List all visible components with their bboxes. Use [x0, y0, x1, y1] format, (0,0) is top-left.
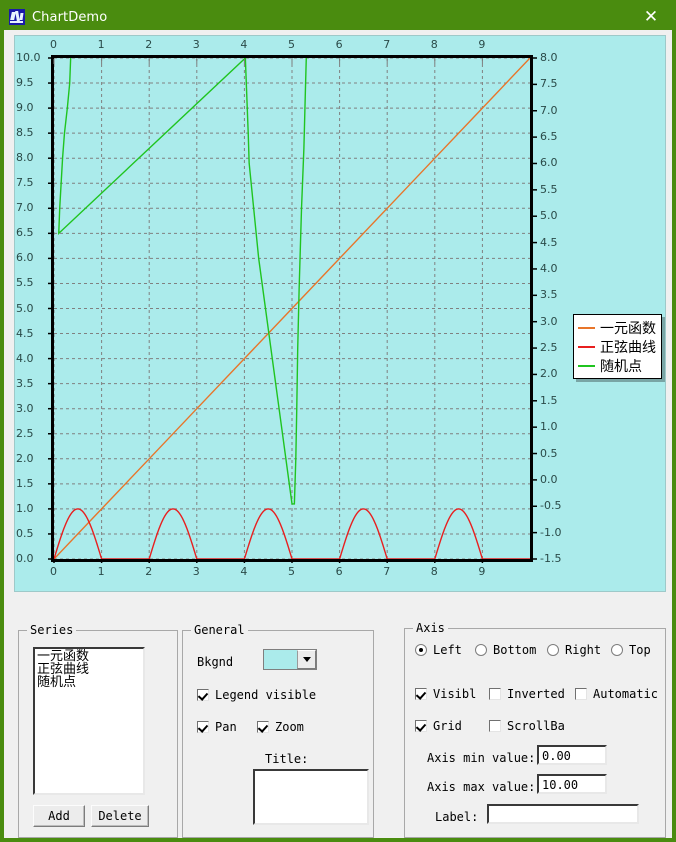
title-input[interactable] — [253, 769, 369, 825]
axis-tick-label: -1.5 — [540, 552, 562, 565]
bkgnd-label: Bkgnd — [197, 655, 234, 669]
series-group-title: Series — [27, 623, 77, 637]
list-item[interactable]: 随机点 — [37, 676, 141, 689]
axis-radio-bottom-label: Bottom — [493, 643, 537, 657]
pan-label: Pan — [215, 720, 237, 734]
axis-tick-label: 4.5 — [540, 235, 558, 249]
axis-visible-label: Visibl — [433, 687, 477, 701]
axis-tick-label: -0.5 — [540, 499, 562, 513]
legend-label: 正弦曲线 — [600, 339, 656, 356]
checkbox-box — [489, 720, 501, 732]
general-group: General Bkgnd Legend visible Pan Zoom Ti… — [182, 623, 374, 838]
axis-label-input[interactable] — [487, 804, 639, 824]
axis-radio-top[interactable]: Top — [611, 643, 651, 657]
axis-scrollbar-label: ScrollBa — [507, 719, 565, 733]
axis-radio-right-label: Right — [565, 643, 602, 657]
axis-tick-label: 2.0 — [540, 367, 558, 381]
add-series-button[interactable]: Add — [33, 805, 85, 827]
radio-circle — [415, 644, 427, 656]
general-group-title: General — [191, 623, 248, 637]
axis-tick-label: -1.0 — [540, 525, 562, 539]
axis-automatic-checkbox[interactable]: Automatic — [575, 687, 658, 701]
axis-tick-label: 8.0 — [540, 51, 558, 64]
legend-item: 正弦曲线 — [578, 337, 656, 356]
axis-group-title: Axis — [413, 621, 448, 635]
legend-label: 随机点 — [600, 358, 642, 375]
legend-color-icon — [578, 345, 595, 348]
checkbox-box — [575, 688, 587, 700]
axis-grid-checkbox[interactable]: Grid — [415, 719, 462, 733]
bkgnd-color-swatch[interactable] — [264, 650, 297, 669]
legend-color-icon — [578, 364, 595, 367]
close-icon[interactable]: ✕ — [638, 6, 664, 28]
axis-automatic-label: Automatic — [593, 687, 659, 701]
axis-min-input[interactable]: 0.00 — [537, 745, 607, 765]
checkbox-box — [489, 688, 501, 700]
axis-min-label: Axis min value: — [427, 751, 536, 765]
application-icon — [9, 9, 25, 25]
axis-inverted-checkbox[interactable]: Inverted — [489, 687, 565, 701]
axis-radio-left-label: Left — [433, 643, 462, 657]
axis-tick-label: 3.0 — [540, 314, 558, 328]
axis-grid-label: Grid — [433, 719, 462, 733]
delete-series-button[interactable]: Delete — [91, 805, 149, 827]
axis-tick-label: 7.0 — [540, 103, 558, 117]
radio-circle — [611, 644, 623, 656]
axis-tick-label: 1.0 — [540, 420, 558, 434]
axis-visible-checkbox[interactable]: Visibl — [415, 687, 476, 701]
window-title: ChartDemo — [32, 9, 108, 25]
legend-visible-label: Legend visible — [215, 688, 317, 702]
legend-item: 一元函数 — [578, 318, 656, 337]
series-group: Series 一元函数 正弦曲线 随机点 Add Delete — [18, 623, 178, 838]
bkgnd-color-combo[interactable] — [263, 649, 317, 670]
checkbox-box — [197, 721, 209, 733]
zoom-label: Zoom — [275, 720, 304, 734]
axis-right-tick-labels: 8.0 7.5 7.0 6.5 6.0 5.5 5.0 4.5 4.0 3.5 3.0 2.5 2.0 1… — [15, 36, 665, 591]
axis-tick-label: 1.5 — [540, 393, 558, 407]
pan-checkbox[interactable]: Pan — [197, 720, 237, 734]
chevron-down-icon[interactable] — [297, 650, 316, 669]
legend-item: 随机点 — [578, 356, 656, 375]
axis-scrollbar-checkbox[interactable]: ScrollBa — [489, 719, 565, 733]
series-listbox[interactable]: 一元函数 正弦曲线 随机点 — [33, 647, 145, 795]
title-bar: ChartDemo ✕ — [4, 4, 672, 30]
axis-tick-label: 7.5 — [540, 77, 558, 91]
chart-legend[interactable]: 一元函数正弦曲线随机点 — [573, 314, 662, 379]
axis-tick-label: 3.5 — [540, 288, 558, 302]
legend-label: 一元函数 — [600, 320, 656, 337]
axis-tick-label: 6.5 — [540, 130, 558, 144]
axis-tick-label: 2.5 — [540, 341, 558, 355]
legend-visible-checkbox[interactable]: Legend visible — [197, 688, 316, 702]
axis-tick-label: 5.0 — [540, 209, 558, 223]
radio-circle — [475, 644, 487, 656]
title-field-label: Title: — [265, 752, 309, 766]
axis-max-input[interactable]: 10.00 — [537, 774, 607, 794]
axis-radio-left[interactable]: Left — [415, 643, 462, 657]
chart-canvas[interactable]: 0123456789 0123456789 10.0 9.5 9.0 8.5 8.0 7.… — [14, 35, 666, 592]
axis-radio-bottom[interactable]: Bottom — [475, 643, 536, 657]
chart-demo-window: ChartDemo ✕ 0123456789 0123456789 10.0 9.… — [0, 0, 676, 842]
axis-radio-right[interactable]: Right — [547, 643, 601, 657]
checkbox-box — [197, 689, 209, 701]
axis-inverted-label: Inverted — [507, 687, 565, 701]
checkbox-box — [415, 720, 427, 732]
axis-label-label: Label: — [435, 810, 479, 824]
radio-circle — [547, 644, 559, 656]
axis-tick-label: 5.5 — [540, 182, 558, 196]
legend-color-icon — [578, 326, 595, 329]
axis-group: Axis Left Bottom Right Top Visibl Invert… — [404, 621, 666, 838]
axis-tick-label: 0.0 — [540, 472, 558, 486]
axis-radio-top-label: Top — [629, 643, 651, 657]
checkbox-box — [257, 721, 269, 733]
zoom-checkbox[interactable]: Zoom — [257, 720, 304, 734]
axis-max-label: Axis max value: — [427, 780, 536, 794]
axis-tick-label: 0.5 — [540, 446, 558, 460]
axis-tick-label: 4.0 — [540, 261, 558, 275]
client-area: 0123456789 0123456789 10.0 9.5 9.0 8.5 8.0 7.… — [4, 30, 672, 838]
axis-tick-label: 6.0 — [540, 156, 558, 170]
checkbox-box — [415, 688, 427, 700]
